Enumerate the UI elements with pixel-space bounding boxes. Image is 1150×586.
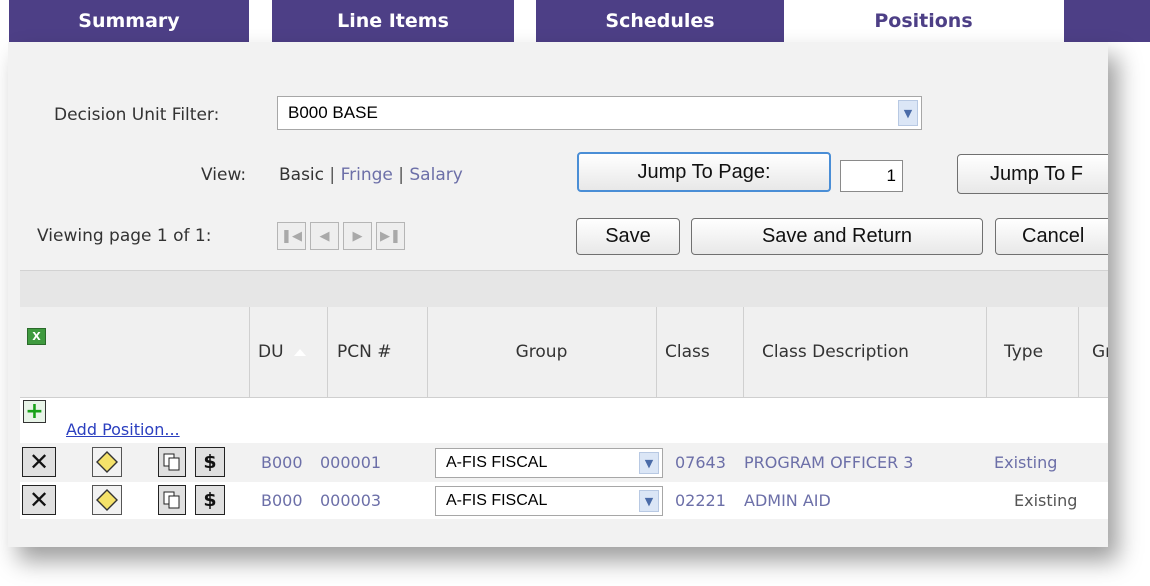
add-position-row: + Add Position... <box>20 398 1108 443</box>
row-du[interactable]: B000 <box>261 482 303 519</box>
note-icon[interactable] <box>92 447 122 477</box>
decision-unit-filter-value: B000 BASE <box>288 103 378 122</box>
tab-summary[interactable]: Summary <box>9 0 249 42</box>
delete-icon[interactable]: ✕ <box>22 485 56 515</box>
column-header-partial[interactable]: Gr <box>1092 307 1108 397</box>
jump-page-input[interactable]: 1 <box>840 160 903 192</box>
view-separator: | <box>398 165 404 185</box>
view-separator: | <box>329 165 336 185</box>
decision-unit-filter-select[interactable]: B000 BASE ▼ <box>277 96 922 130</box>
view-basic: Basic <box>279 165 325 185</box>
group-select[interactable]: A-FIS FISCAL ▼ <box>435 486 663 516</box>
tab-bar: Summary Line Items Schedules Positions <box>0 0 1150 42</box>
tab-line-items[interactable]: Line Items <box>272 0 514 42</box>
note-icon[interactable] <box>92 485 122 515</box>
row-class[interactable]: 07643 <box>675 444 726 481</box>
column-header-group[interactable]: Group <box>427 307 656 397</box>
column-header-du[interactable]: DU <box>258 307 284 397</box>
next-page-icon[interactable]: ▶ <box>343 222 372 250</box>
save-and-return-button[interactable]: Save and Return <box>691 218 983 255</box>
jump-to-page-button[interactable]: Jump To Page: <box>577 152 831 192</box>
column-header-class-description[interactable]: Class Description <box>762 307 909 397</box>
delete-icon[interactable]: ✕ <box>22 447 56 477</box>
prev-page-icon[interactable]: ◀ <box>310 222 339 250</box>
add-position-link[interactable]: Add Position... <box>66 420 180 439</box>
column-header-type[interactable]: Type <box>1004 307 1043 397</box>
view-label: View: <box>201 165 247 185</box>
copy-icon[interactable] <box>158 447 186 477</box>
grid-toolbar-band <box>20 270 1108 308</box>
last-page-icon[interactable]: ▶❚ <box>376 222 405 250</box>
cancel-button[interactable]: Cancel <box>995 218 1108 255</box>
positions-panel: Decision Unit Filter: B000 BASE ▼ View: … <box>8 42 1108 547</box>
save-button[interactable]: Save <box>576 218 680 255</box>
column-header-pcn[interactable]: PCN # <box>337 307 392 397</box>
viewing-page-label: Viewing page 1 of 1: <box>37 226 212 246</box>
row-pcn[interactable]: 000003 <box>320 482 381 519</box>
grid-header: X DU PCN # Group Class Class Description… <box>20 307 1108 398</box>
tab-schedules[interactable]: Schedules <box>536 0 784 42</box>
group-select-value: A-FIS FISCAL <box>446 454 548 471</box>
row-class-description[interactable]: PROGRAM OFFICER 3 <box>744 444 913 481</box>
first-page-icon[interactable]: ❚◀ <box>277 222 306 250</box>
view-fringe-link[interactable]: Fringe <box>341 165 393 185</box>
row-du[interactable]: B000 <box>261 444 303 481</box>
jump-to-f-button[interactable]: Jump To F <box>957 154 1108 194</box>
decision-unit-filter-label: Decision Unit Filter: <box>54 105 220 125</box>
row-class[interactable]: 02221 <box>675 482 726 519</box>
row-type: Existing <box>1014 491 1078 510</box>
chevron-down-icon[interactable]: ▼ <box>639 452 659 474</box>
copy-icon[interactable] <box>158 485 186 515</box>
table-row: ✕ $ B000 000003 A-FIS FISCAL ▼ 02221 ADM… <box>20 482 1108 519</box>
dollar-icon[interactable]: $ <box>195 485 225 515</box>
chevron-down-icon[interactable]: ▼ <box>898 100 918 126</box>
view-salary-link[interactable]: Salary <box>409 165 462 185</box>
tab-positions[interactable]: Positions <box>805 0 1042 42</box>
add-icon[interactable]: + <box>23 400 46 423</box>
row-class-description[interactable]: ADMIN AID <box>744 482 831 519</box>
group-select-value: A-FIS FISCAL <box>446 492 548 509</box>
dollar-icon[interactable]: $ <box>195 447 225 477</box>
row-pcn[interactable]: 000001 <box>320 444 381 481</box>
sort-asc-icon <box>294 349 306 356</box>
table-row: ✕ $ B000 000001 A-FIS FISCAL ▼ 07643 PRO… <box>20 444 1108 481</box>
group-select[interactable]: A-FIS FISCAL ▼ <box>435 448 663 478</box>
column-header-class[interactable]: Class <box>665 307 710 397</box>
row-type: Existing <box>994 453 1058 472</box>
excel-export-icon[interactable]: X <box>27 328 46 345</box>
tab-overflow[interactable] <box>1064 0 1150 42</box>
chevron-down-icon[interactable]: ▼ <box>639 490 659 512</box>
